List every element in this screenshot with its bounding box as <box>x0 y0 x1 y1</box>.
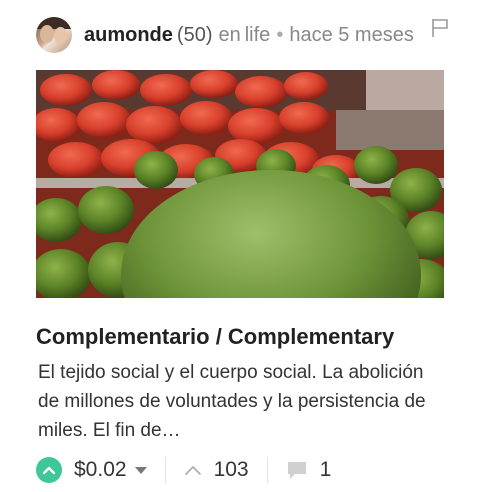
post-header: aumonde (50) en life • hace 5 meses <box>36 14 450 56</box>
author-name[interactable]: aumonde <box>84 23 173 47</box>
meta-separator: • <box>276 24 284 46</box>
post-title[interactable]: Complementario / Complementary <box>36 322 456 352</box>
comment-icon[interactable] <box>286 459 308 481</box>
flag-icon[interactable] <box>430 17 450 39</box>
footer-divider <box>164 457 166 483</box>
post-footer: $0.02 103 1 <box>36 454 450 486</box>
chevron-down-icon[interactable] <box>134 466 147 474</box>
post-card: aumonde (50) en life • hace 5 meses Comp… <box>0 0 480 492</box>
vote-count[interactable]: 103 <box>214 458 249 482</box>
category-link[interactable]: life <box>245 23 271 47</box>
upvote-icon[interactable] <box>36 457 62 483</box>
post-thumbnail[interactable] <box>36 70 444 298</box>
post-timestamp[interactable]: hace 5 meses <box>289 23 414 47</box>
comment-count[interactable]: 1 <box>320 458 332 482</box>
in-label: en <box>218 24 241 46</box>
footer-divider <box>266 457 268 483</box>
avatar[interactable] <box>36 17 72 53</box>
post-meta: aumonde (50) en life • hace 5 meses <box>84 23 414 47</box>
chevron-up-icon <box>184 465 201 475</box>
author-reputation: (50) <box>176 24 213 46</box>
post-excerpt[interactable]: El tejido social y el cuerpo social. La … <box>38 358 438 445</box>
payout-value[interactable]: $0.02 <box>74 458 127 482</box>
